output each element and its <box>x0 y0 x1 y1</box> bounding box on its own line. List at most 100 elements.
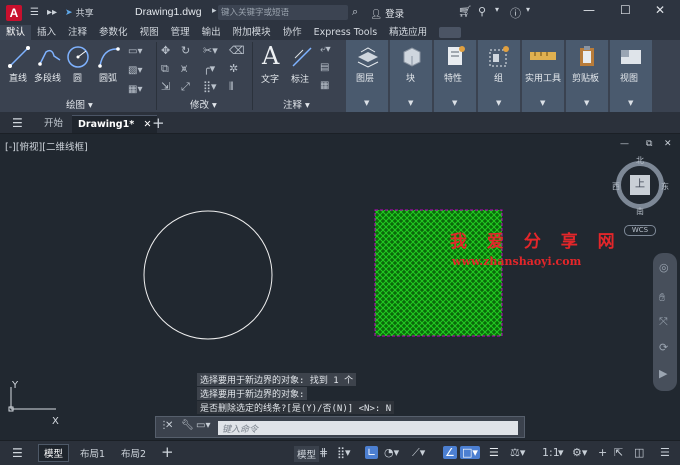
plus-icon[interactable]: + <box>598 446 607 459</box>
tab-annotate[interactable]: 注释 <box>62 25 93 40</box>
steering-wheel-icon[interactable]: ◎ <box>659 261 669 274</box>
group-panel[interactable]: 组 ▼ <box>478 40 520 112</box>
view-panel[interactable]: 视图 ▼ <box>610 40 652 112</box>
drawing-viewport[interactable]: [-][俯视][二维线框] — ⧉ ✕ 我 爱 分 享 网 www.zhansh… <box>0 135 680 427</box>
polar-icon[interactable]: ◔▾ <box>384 446 399 459</box>
gradient-icon[interactable]: ▦▾ <box>128 84 142 95</box>
customize-icon[interactable]: ☰ <box>660 446 670 459</box>
zoom-icon[interactable]: ⤧ <box>659 315 668 329</box>
arc-tool-icon[interactable] <box>97 45 121 69</box>
workspace-icon[interactable]: ⇱ <box>614 446 623 459</box>
trim-icon[interactable]: ✂▾ <box>203 44 218 57</box>
scale-dropdown-icon[interactable]: ▾ <box>558 446 564 459</box>
new-tab-icon[interactable]: + <box>152 114 165 132</box>
rectangle-icon[interactable]: ▭▾ <box>128 46 142 57</box>
stretch-icon[interactable]: ⇲ <box>161 80 170 93</box>
grid-icon[interactable]: ▦ <box>320 80 329 91</box>
compass-west[interactable]: 西 <box>612 181 620 192</box>
search-input[interactable]: 键入关键字或短语 <box>218 5 348 20</box>
grid-icon[interactable]: ⋕ <box>319 446 328 459</box>
tab-view[interactable]: 视图 <box>134 25 165 40</box>
lineweight-icon[interactable]: ☰ <box>489 446 499 459</box>
app-logo[interactable]: A <box>6 4 22 21</box>
tab-insert[interactable]: 插入 <box>31 25 62 40</box>
tab-collaborate[interactable]: 协作 <box>277 25 308 40</box>
tab-model[interactable]: 模型 <box>38 444 70 462</box>
compass-north[interactable]: 北 <box>636 155 644 166</box>
settings-icon[interactable]: ⚙▾ <box>572 446 587 459</box>
wrench-icon[interactable]: 🔧︎ <box>181 420 194 431</box>
viewport-minimize-icon[interactable]: — <box>620 139 629 149</box>
tab-parametric[interactable]: 参数化 <box>93 25 134 40</box>
cart-icon[interactable]: 🛒︎ <box>458 5 472 18</box>
maximize-button[interactable]: ☐ <box>620 3 631 17</box>
layer-panel[interactable]: 图层 ▼ <box>346 40 388 112</box>
properties-panel[interactable]: 特性 ▼ <box>434 40 476 112</box>
osnap-icon[interactable]: □▾ <box>460 446 480 459</box>
pan-icon[interactable]: ✋︎ <box>659 291 665 305</box>
help-dropdown-icon[interactable]: ▾ <box>526 5 530 14</box>
tab-featured-apps[interactable]: 精选应用 <box>383 25 433 40</box>
model-space-button[interactable]: 模型 <box>294 446 320 462</box>
viewport-controls[interactable]: [-][俯视][二维线框] <box>5 139 88 153</box>
polyline-icon[interactable] <box>38 46 62 68</box>
block-panel[interactable]: 块 ▼ <box>390 40 432 112</box>
hatch-icon[interactable]: ▧▾ <box>128 65 142 76</box>
modify-panel-title[interactable]: 修改 ▾ <box>190 97 217 111</box>
new-layout-icon[interactable]: + <box>161 443 174 461</box>
minimize-button[interactable]: — <box>583 3 595 17</box>
erase-icon[interactable]: ⌫ <box>229 44 245 57</box>
hamburger-icon[interactable]: ☰ <box>12 116 23 130</box>
viewcube[interactable]: 上 北 南 西 东 <box>612 156 669 216</box>
tab-manage[interactable]: 管理 <box>165 25 196 40</box>
compass-south[interactable]: 南 <box>636 206 644 217</box>
hardware-accel-icon[interactable]: ◫ <box>634 446 644 459</box>
annotation-panel-title[interactable]: 注释 ▾ <box>283 97 310 111</box>
tab-start[interactable]: 开始 <box>44 115 63 133</box>
tab-addins[interactable]: 附加模块 <box>227 25 277 40</box>
tab-output[interactable]: 输出 <box>196 25 227 40</box>
viewport-restore-icon[interactable]: ⧉ <box>646 139 652 149</box>
close-icon[interactable]: ✕ <box>165 420 173 431</box>
close-button[interactable]: ✕ <box>655 3 665 17</box>
clipboard-panel[interactable]: 剪贴板 ▼ <box>566 40 608 112</box>
showmotion-icon[interactable]: ▶ <box>659 367 667 380</box>
osnap-tracking-icon[interactable]: ∠ <box>443 446 457 459</box>
circle-tool-icon[interactable] <box>66 45 90 69</box>
offset-icon[interactable]: ⫴ <box>229 80 234 94</box>
share-button[interactable]: ➤ 共享 <box>65 6 94 20</box>
menu-icon[interactable]: ☰ <box>30 7 39 18</box>
leader-icon[interactable]: ⤶▾ <box>320 44 331 55</box>
snap-icon[interactable]: ⣿▾ <box>337 446 351 459</box>
ribbon-toggle-button[interactable] <box>439 27 462 38</box>
tab-drawing1[interactable]: Drawing1* ✕ <box>72 115 158 133</box>
move-icon[interactable]: ✥ <box>161 44 170 57</box>
login-button[interactable]: 👤︎ 登录 <box>370 6 404 20</box>
tab-express-tools[interactable]: Express Tools <box>308 25 384 40</box>
annotation-scale-icon[interactable]: ⚖▾ <box>510 446 525 459</box>
ortho-icon[interactable]: ∟ <box>365 446 379 459</box>
isodraft-icon[interactable]: ⟋▾ <box>412 446 425 460</box>
viewport-close-icon[interactable]: ✕ <box>664 139 672 149</box>
fillet-icon[interactable]: ╭▾ <box>203 62 215 75</box>
wcs-menu[interactable]: WCS <box>624 225 656 236</box>
dimension-icon[interactable] <box>291 46 313 68</box>
mirror-icon[interactable]: ⩙ <box>181 62 187 76</box>
command-menu-icon[interactable]: ▭▾ <box>196 420 210 431</box>
help-icon[interactable]: ⓘ <box>510 5 521 21</box>
table-icon[interactable]: ▤ <box>320 62 329 73</box>
orbit-icon[interactable]: ⟳ <box>659 341 668 354</box>
fast-forward-icon[interactable]: ▸▸ <box>47 7 57 18</box>
draw-panel-title[interactable]: 绘图 ▾ <box>66 97 93 111</box>
dropdown-icon[interactable]: ▾ <box>495 5 499 14</box>
compass-east[interactable]: 东 <box>661 181 669 192</box>
utilities-panel[interactable]: 实用工具 ▼ <box>522 40 564 112</box>
explode-icon[interactable]: ✲ <box>229 62 238 75</box>
circle-entity[interactable] <box>142 209 276 343</box>
line-icon[interactable] <box>8 46 30 68</box>
tab-default[interactable]: 默认 <box>0 25 32 40</box>
binoculars-icon[interactable]: ⌕ <box>352 5 358 19</box>
app-store-icon[interactable]: ⚲ <box>478 5 486 18</box>
copy-icon[interactable]: ⧉ <box>161 62 169 76</box>
viewcube-top[interactable]: 上 <box>630 175 650 195</box>
